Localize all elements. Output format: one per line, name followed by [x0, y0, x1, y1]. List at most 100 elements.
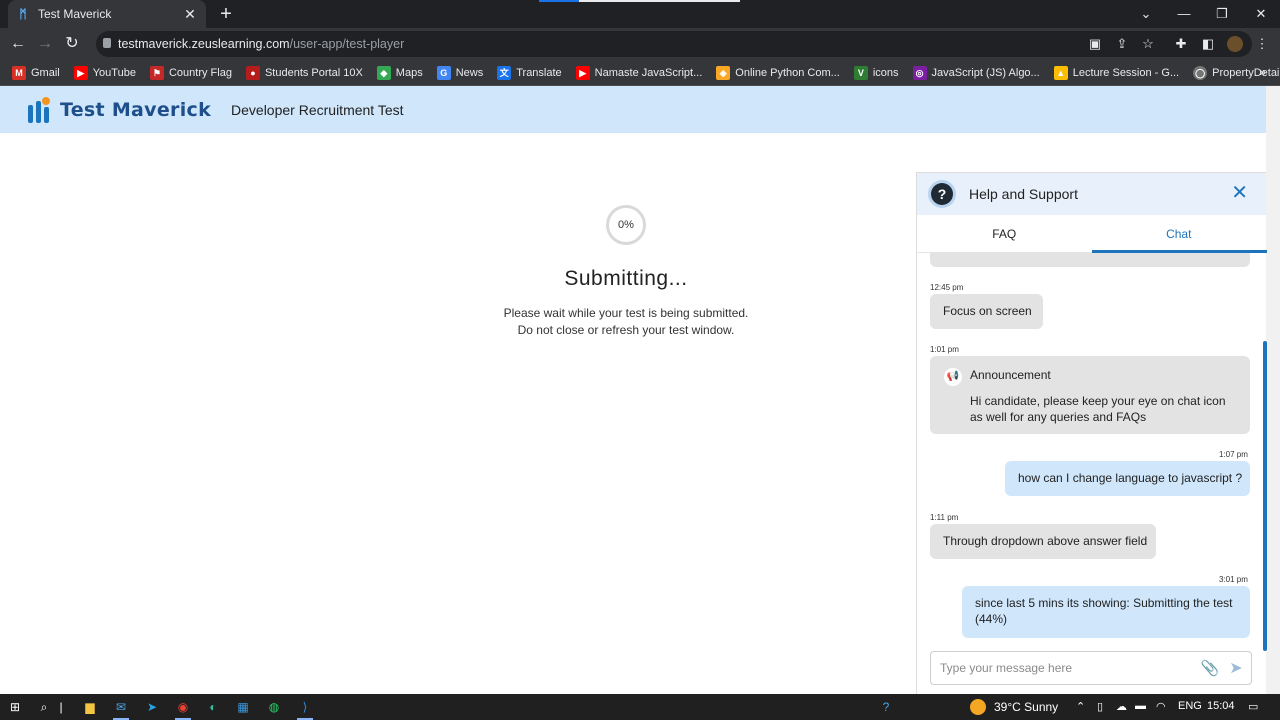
- translate-icon: 文: [497, 65, 512, 80]
- message-input[interactable]: Type your message here: [940, 661, 1199, 675]
- share-icon[interactable]: ⇪: [1114, 36, 1130, 52]
- profile-avatar[interactable]: [1227, 36, 1243, 52]
- test-maverick-favicon-icon: ᛗ: [19, 7, 27, 21]
- bookmark-country-flag[interactable]: ⚑ Country Flag: [149, 65, 232, 80]
- send-icon[interactable]: ➤: [1221, 658, 1251, 678]
- url-path: /user-app/test-player: [289, 37, 405, 51]
- page-load-indicator: [539, 0, 740, 2]
- forward-arrow-icon[interactable]: →: [35, 34, 55, 54]
- notifications-icon[interactable]: ▭: [1248, 700, 1258, 713]
- browser-tab-title: Test Maverick: [38, 7, 112, 21]
- network-icon[interactable]: ▬: [1135, 700, 1146, 712]
- close-tab-icon[interactable]: ✕: [182, 6, 198, 23]
- flag-icon: ⚑: [149, 65, 164, 80]
- camera-icon[interactable]: ▣: [1087, 36, 1103, 52]
- python-shield-icon: ◈: [716, 65, 731, 80]
- battery-icon[interactable]: ▯: [1097, 700, 1103, 713]
- close-icon[interactable]: ✕: [1231, 183, 1248, 203]
- chat-message: since last 5 mins its showing: Submittin…: [962, 586, 1250, 638]
- bookmarks-bar: M Gmail ▶ YouTube ⚑ Country Flag ● Students …: [0, 60, 1280, 86]
- logo-text: Test Maverick: [60, 98, 212, 121]
- chat-message: how can I change language to javascript …: [1005, 461, 1250, 496]
- new-tab-button[interactable]: +: [216, 4, 236, 24]
- bookmark-translate[interactable]: 文 Translate: [497, 65, 562, 80]
- bookmark-news[interactable]: G News: [436, 65, 483, 80]
- calculator-icon[interactable]: ▦: [234, 698, 252, 716]
- help-question-icon: ?: [931, 183, 953, 205]
- restore-window-icon[interactable]: ❐: [1203, 0, 1241, 28]
- browser-menu-icon[interactable]: ⋮: [1254, 36, 1270, 52]
- bookmark-online-python[interactable]: ◈ Online Python Com...: [716, 65, 840, 80]
- divider-icon: |: [59, 700, 63, 714]
- browser-tab[interactable]: ᛗ Test Maverick ✕: [8, 0, 206, 28]
- paperclip-icon[interactable]: 📎: [1199, 659, 1221, 677]
- bookmark-maps[interactable]: ◆ Maps: [376, 65, 423, 80]
- tab-faq[interactable]: FAQ: [917, 215, 1092, 252]
- progress-ring: 0%: [606, 205, 646, 245]
- weather-widget[interactable]: 39°C Sunny: [970, 699, 1058, 715]
- clock[interactable]: 15:04: [1207, 700, 1235, 712]
- chat-message-cutoff: [930, 253, 1250, 267]
- side-panel-icon[interactable]: ◧: [1200, 36, 1216, 52]
- announcement-text: Hi candidate, please keep your eye on ch…: [970, 394, 1226, 424]
- submission-title: Submitting...: [564, 267, 688, 290]
- drive-icon: ▲: [1053, 65, 1068, 80]
- minimize-window-icon[interactable]: —: [1165, 0, 1203, 28]
- extensions-puzzle-icon[interactable]: ✚: [1173, 36, 1189, 52]
- reload-icon[interactable]: ↻: [62, 34, 82, 54]
- bookmark-icons[interactable]: Vicons: [853, 65, 899, 80]
- back-arrow-icon[interactable]: ←: [8, 34, 28, 54]
- whatsapp-icon[interactable]: ◍: [265, 698, 283, 716]
- mail-icon[interactable]: ✉: [112, 698, 130, 716]
- help-tray-icon[interactable]: ?: [877, 698, 895, 716]
- edge-icon[interactable]: ◐: [204, 698, 222, 716]
- bookmark-lecture-session[interactable]: ▲ Lecture Session - G...: [1053, 65, 1179, 80]
- announcement-message: 📢 Announcement Hi candidate, please keep…: [930, 356, 1250, 434]
- message-time: 1:07 pm: [1219, 450, 1248, 459]
- file-explorer-icon[interactable]: ▆: [81, 698, 99, 716]
- gmail-icon: M: [12, 65, 26, 80]
- students-portal-icon: ●: [245, 65, 260, 80]
- test-maverick-logo: Test Maverick: [24, 95, 211, 125]
- submission-message-line-2: Do not close or refresh your test window…: [517, 323, 735, 337]
- message-time: 12:45 pm: [930, 283, 964, 292]
- tab-chat[interactable]: Chat: [1092, 215, 1267, 252]
- wifi-icon[interactable]: ◠: [1156, 700, 1166, 713]
- bookmark-gmail[interactable]: M Gmail: [12, 65, 60, 80]
- windows-taskbar: ⊞ ⌕ | ▆ ✉ ➤ ◉ ◐ ▦ ◍ ⟩ ? 39°C Sunny ⌃ ▯ ☁…: [0, 694, 1280, 720]
- url-host: testmaverick.zeuslearning.com: [118, 37, 290, 51]
- chrome-icon[interactable]: ◉: [174, 698, 192, 716]
- bookmark-students-portal[interactable]: ● Students Portal 10X: [245, 65, 363, 80]
- submission-status: 0% Submitting... Please wait while your …: [426, 205, 826, 339]
- language-indicator[interactable]: ENG: [1178, 700, 1202, 712]
- chat-message-list[interactable]: 12:45 pm Focus on screen 1:01 pm 📢 Annou…: [917, 253, 1267, 657]
- news-icon: G: [436, 65, 451, 80]
- telegram-icon[interactable]: ➤: [143, 698, 161, 716]
- bookmark-property-details[interactable]: ◯PropertyDetails.css: [1193, 65, 1280, 80]
- bookmark-javascript-algo[interactable]: ◎ JavaScript (JS) Algo...: [912, 65, 1040, 80]
- vscode-icon[interactable]: ⟩: [296, 698, 314, 716]
- more-bookmarks-icon[interactable]: »: [1259, 65, 1266, 79]
- close-window-icon[interactable]: ✕: [1242, 0, 1280, 28]
- chat-composer: Type your message here 📎 ➤: [930, 651, 1252, 685]
- cloud-icon[interactable]: ☁: [1116, 700, 1127, 713]
- announcement-heading: Announcement: [970, 368, 1051, 382]
- search-icon[interactable]: ⌕: [35, 698, 53, 716]
- globe-icon: ◯: [1193, 65, 1208, 80]
- tab-search-icon[interactable]: ⌄: [1127, 0, 1165, 28]
- message-time: 1:01 pm: [930, 345, 959, 354]
- chat-message: Focus on screen: [930, 294, 1043, 329]
- submission-message-line-1: Please wait while your test is being sub…: [503, 306, 749, 320]
- chevron-up-icon[interactable]: ⌃: [1076, 700, 1085, 713]
- help-tabs: FAQ Chat: [917, 215, 1267, 253]
- page-scrollbar[interactable]: [1266, 86, 1280, 694]
- help-panel-header: ? Help and Support ✕: [917, 173, 1266, 215]
- chat-scrollbar[interactable]: [1263, 341, 1267, 651]
- address-bar[interactable]: testmaverick.zeuslearning.com/user-app/t…: [96, 31, 1252, 57]
- youtube-icon: ▶: [73, 65, 88, 80]
- message-time: 3:01 pm: [1219, 575, 1248, 584]
- bookmark-namaste-javascript[interactable]: ▶ Namaste JavaScript...: [575, 65, 702, 80]
- bookmark-star-icon[interactable]: ☆: [1140, 36, 1156, 52]
- windows-start-icon[interactable]: ⊞: [6, 698, 24, 716]
- bookmark-youtube[interactable]: ▶ YouTube: [73, 65, 136, 80]
